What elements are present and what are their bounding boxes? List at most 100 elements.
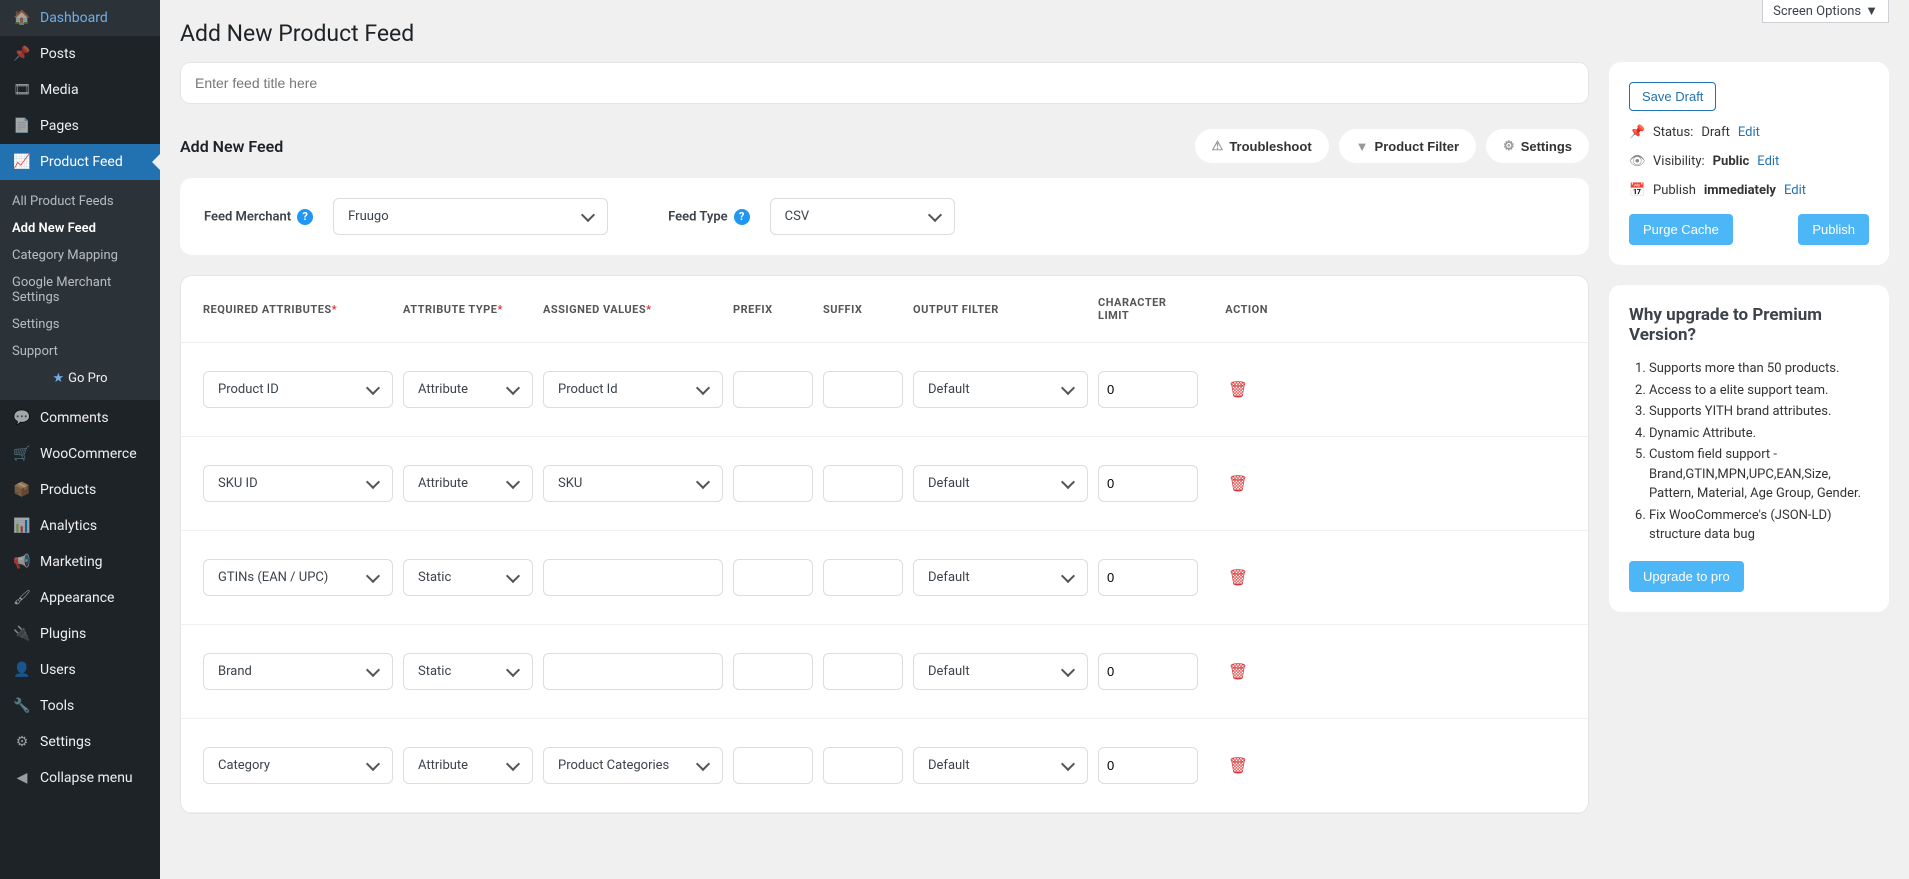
sidebar-item-analytics[interactable]: 📊Analytics xyxy=(0,508,160,544)
screen-options-toggle[interactable]: Screen Options ▼ xyxy=(1762,0,1889,23)
plug-icon: 🔌 xyxy=(12,624,32,644)
assigned-value-input[interactable] xyxy=(543,559,723,596)
save-draft-button[interactable]: Save Draft xyxy=(1629,82,1716,111)
prefix-input[interactable] xyxy=(733,747,813,784)
assigned-value-input[interactable] xyxy=(543,653,723,690)
suffix-input[interactable] xyxy=(823,747,903,784)
sidebar-sub-settings[interactable]: Settings xyxy=(0,311,160,338)
settings-button[interactable]: ⚙Settings xyxy=(1486,129,1589,163)
edit-publish-link[interactable]: Edit xyxy=(1784,183,1806,198)
sidebar-submenu: All Product FeedsAdd New FeedCategory Ma… xyxy=(0,180,160,400)
sidebar-item-label: Product Feed xyxy=(40,154,123,170)
prefix-input[interactable] xyxy=(733,653,813,690)
required-attribute-select[interactable]: Brand xyxy=(203,653,393,690)
sidebar-sub-support[interactable]: Support xyxy=(0,338,160,365)
sidebar-item-label: Media xyxy=(40,82,79,98)
delete-row-button[interactable]: 🗑 xyxy=(1208,474,1268,493)
sidebar-item-woocommerce[interactable]: 🛒WooCommerce xyxy=(0,436,160,472)
sidebar-item-users[interactable]: 👤Users xyxy=(0,652,160,688)
sidebar-item-posts[interactable]: 📌Posts xyxy=(0,36,160,72)
sidebar-item-product-feed[interactable]: 📈 Product Feed xyxy=(0,144,160,180)
trash-icon: 🗑 xyxy=(1228,662,1248,681)
sidebar-item-settings[interactable]: ⚙Settings xyxy=(0,724,160,760)
attribute-type-select[interactable]: Attribute xyxy=(403,465,533,502)
suffix-input[interactable] xyxy=(823,653,903,690)
comment-icon: 💬 xyxy=(12,408,32,428)
col-prefix: PREFIX xyxy=(733,303,813,316)
sidebar-item-dashboard[interactable]: 🏠Dashboard xyxy=(0,0,160,36)
feed-merchant-select[interactable]: Fruugo xyxy=(333,198,608,235)
character-limit-input[interactable] xyxy=(1098,465,1198,502)
character-limit-input[interactable] xyxy=(1098,559,1198,596)
character-limit-input[interactable] xyxy=(1098,371,1198,408)
assigned-value-select[interactable]: Product Id xyxy=(543,371,723,408)
prefix-input[interactable] xyxy=(733,465,813,502)
required-attribute-select[interactable]: Category xyxy=(203,747,393,784)
output-filter-select[interactable]: Default xyxy=(913,747,1088,784)
feed-type-select[interactable]: CSV xyxy=(770,198,955,235)
attribute-type-select[interactable]: Static xyxy=(403,559,533,596)
product-filter-button[interactable]: ▼Product Filter xyxy=(1339,129,1476,163)
assigned-value-select[interactable]: Product Categories xyxy=(543,747,723,784)
attribute-type-select[interactable]: Attribute xyxy=(403,747,533,784)
suffix-input[interactable] xyxy=(823,559,903,596)
edit-visibility-link[interactable]: Edit xyxy=(1757,154,1779,169)
troubleshoot-button[interactable]: ⚠Troubleshoot xyxy=(1195,129,1329,163)
sidebar-item-label: Marketing xyxy=(40,554,103,570)
sidebar-sub-go-pro[interactable]: ★Go Pro xyxy=(0,365,160,392)
upgrade-reason: Supports YITH brand attributes. xyxy=(1649,402,1869,422)
delete-row-button[interactable]: 🗑 xyxy=(1208,568,1268,587)
publish-button[interactable]: Publish xyxy=(1798,214,1869,245)
sidebar-item-tools[interactable]: 🔧Tools xyxy=(0,688,160,724)
assigned-value-select[interactable]: SKU xyxy=(543,465,723,502)
character-limit-input[interactable] xyxy=(1098,747,1198,784)
suffix-input[interactable] xyxy=(823,465,903,502)
sidebar-item-pages[interactable]: 📄Pages xyxy=(0,108,160,144)
chart-icon: 📈 xyxy=(12,152,32,172)
trash-icon: 🗑 xyxy=(1228,756,1248,775)
sidebar-item-plugins[interactable]: 🔌Plugins xyxy=(0,616,160,652)
required-attribute-select[interactable]: GTINs (EAN / UPC) xyxy=(203,559,393,596)
help-icon[interactable]: ? xyxy=(297,209,313,225)
sidebar-sub-google-merchant-settings[interactable]: Google Merchant Settings xyxy=(0,269,160,311)
brush-icon: 🖌 xyxy=(12,588,32,608)
output-filter-select[interactable]: Default xyxy=(913,653,1088,690)
sidebar-item-marketing[interactable]: 📢Marketing xyxy=(0,544,160,580)
feed-title-input[interactable] xyxy=(180,62,1589,104)
delete-row-button[interactable]: 🗑 xyxy=(1208,380,1268,399)
prefix-input[interactable] xyxy=(733,559,813,596)
sidebar-sub-category-mapping[interactable]: Category Mapping xyxy=(0,242,160,269)
sidebar-item-media[interactable]: 🎞Media xyxy=(0,72,160,108)
output-filter-select[interactable]: Default xyxy=(913,465,1088,502)
output-filter-select[interactable]: Default xyxy=(913,559,1088,596)
upgrade-reason: Custom field support - Brand,GTIN,MPN,UP… xyxy=(1649,445,1869,504)
delete-row-button[interactable]: 🗑 xyxy=(1208,662,1268,681)
delete-row-button[interactable]: 🗑 xyxy=(1208,756,1268,775)
pin-icon: 📌 xyxy=(12,44,32,64)
purge-cache-button[interactable]: Purge Cache xyxy=(1629,214,1733,245)
suffix-input[interactable] xyxy=(823,371,903,408)
sidebar-item-label: Appearance xyxy=(40,590,114,606)
edit-status-link[interactable]: Edit xyxy=(1738,125,1760,140)
sidebar-item-comments[interactable]: 💬Comments xyxy=(0,400,160,436)
upgrade-to-pro-button[interactable]: Upgrade to pro xyxy=(1629,561,1744,592)
table-row: Category Attribute Product Categories Defau… xyxy=(181,719,1588,813)
calendar-icon: 📅 xyxy=(1629,183,1645,198)
sidebar-item-collapse-menu[interactable]: ◀Collapse menu xyxy=(0,760,160,796)
prefix-input[interactable] xyxy=(733,371,813,408)
sidebar-item-products[interactable]: 📦Products xyxy=(0,472,160,508)
sidebar-sub-all-product-feeds[interactable]: All Product Feeds xyxy=(0,188,160,215)
help-icon[interactable]: ? xyxy=(734,209,750,225)
sidebar-item-label: Tools xyxy=(40,698,74,714)
attribute-type-select[interactable]: Static xyxy=(403,653,533,690)
output-filter-select[interactable]: Default xyxy=(913,371,1088,408)
page-title: Add New Product Feed xyxy=(180,20,1889,47)
sidebar-item-appearance[interactable]: 🖌 Appearance xyxy=(0,580,160,616)
sidebar-sub-add-new-feed[interactable]: Add New Feed xyxy=(0,215,160,242)
bars-icon: 📊 xyxy=(12,516,32,536)
required-attribute-select[interactable]: Product ID xyxy=(203,371,393,408)
required-attribute-select[interactable]: SKU ID xyxy=(203,465,393,502)
attribute-type-select[interactable]: Attribute xyxy=(403,371,533,408)
table-row: GTINs (EAN / UPC) Static Default 🗑 xyxy=(181,531,1588,625)
character-limit-input[interactable] xyxy=(1098,653,1198,690)
